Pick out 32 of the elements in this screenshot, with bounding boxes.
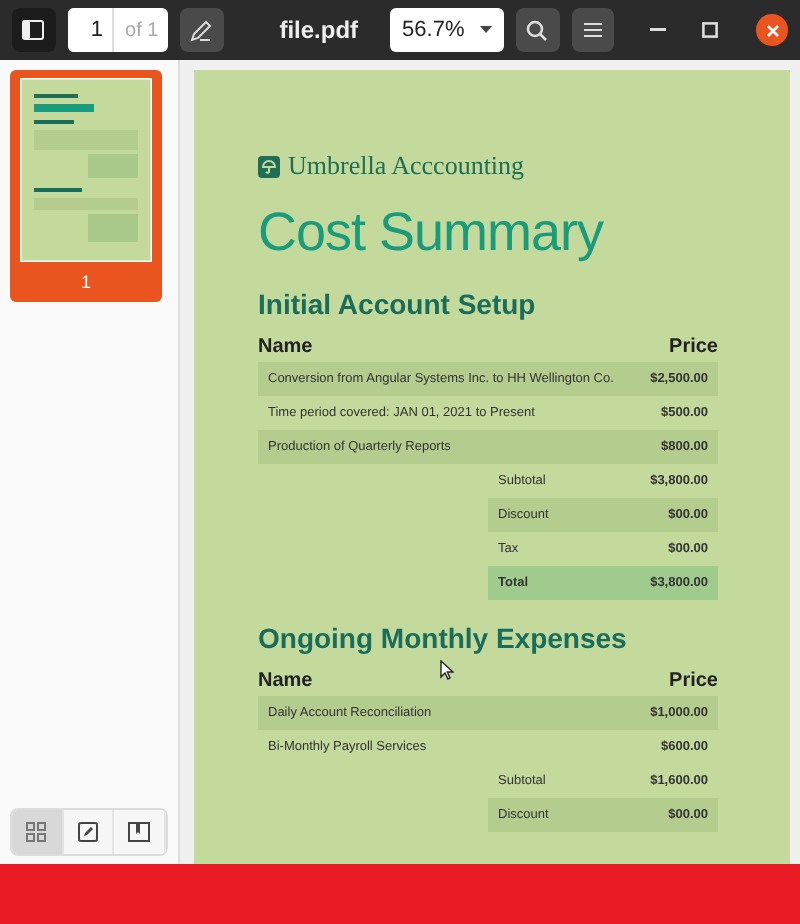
caret-icon <box>480 26 493 34</box>
mouse-cursor-icon <box>440 660 454 680</box>
pen-icon <box>190 19 213 41</box>
pencil-icon <box>78 822 98 842</box>
minimize-icon <box>649 28 666 32</box>
annotate-button[interactable] <box>180 8 224 52</box>
page-count: of 1 <box>111 8 169 52</box>
zoom-dropdown[interactable]: 56.7% <box>390 8 505 52</box>
menu-icon <box>583 22 602 38</box>
column-header: Price <box>669 670 718 692</box>
sidebar-toggle-button[interactable] <box>12 8 56 52</box>
grid-icon <box>26 822 47 842</box>
section-heading: Initial Account Setup <box>258 286 538 322</box>
close-icon <box>765 23 780 37</box>
document-title: Cost Summary <box>258 200 606 266</box>
bookmark-icon <box>128 822 151 842</box>
search-button[interactable] <box>516 8 560 52</box>
sidebar-icon <box>22 20 45 40</box>
window-title: file.pdf <box>279 16 359 44</box>
section-heading: Ongoing Monthly Expenses <box>258 620 629 656</box>
menu-button[interactable] <box>571 8 615 52</box>
maximize-icon <box>701 22 718 38</box>
umbrella-logo-icon <box>258 155 280 177</box>
page-number-field[interactable]: 1 of 1 <box>67 8 169 52</box>
close-button[interactable] <box>756 14 788 46</box>
search-icon <box>526 19 549 41</box>
brand-name: Umbrella Acccounting <box>288 150 525 182</box>
page-label: 1 <box>80 272 91 292</box>
page-thumbnail[interactable]: 1 <box>10 70 162 302</box>
column-header: Price <box>669 336 718 358</box>
column-header: Name <box>258 670 313 692</box>
column-header: Name <box>258 336 313 358</box>
